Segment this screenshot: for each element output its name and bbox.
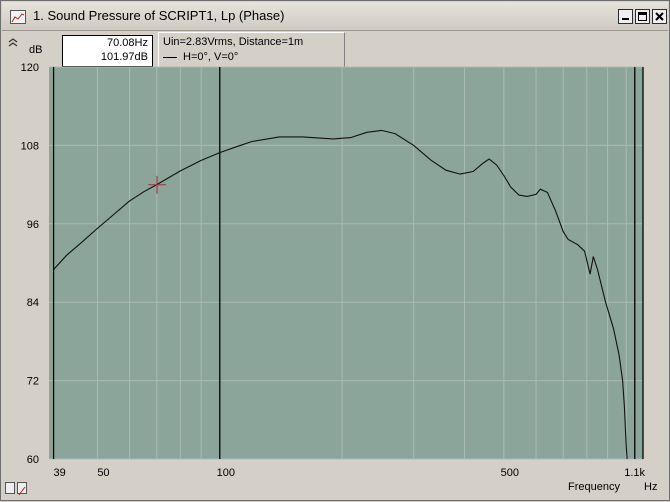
plot-area [49, 67, 643, 459]
frequency-response-chart[interactable]: 120 108 96 84 72 60 39 50 100 500 1.1k [1, 1, 670, 502]
y-tick-label: 60 [27, 454, 39, 466]
sound-pressure-window: 1. Sound Pressure of SCRIPT1, Lp (Phase)… [0, 0, 670, 501]
y-tick-label: 96 [27, 219, 39, 231]
x-tick-label: 500 [501, 467, 519, 479]
y-tick-label: 84 [27, 297, 39, 309]
y-tick-label: 108 [21, 140, 39, 152]
x-tick-label: 100 [217, 467, 235, 479]
x-tick-label: 50 [97, 467, 109, 479]
y-tick-label: 72 [27, 376, 39, 388]
marker-icon[interactable] [17, 482, 27, 496]
x-tick-label: 1.1k [624, 467, 645, 479]
x-tick-label: 39 [53, 467, 65, 479]
scale-icon[interactable] [5, 482, 15, 494]
y-tick-label: 120 [21, 62, 39, 74]
